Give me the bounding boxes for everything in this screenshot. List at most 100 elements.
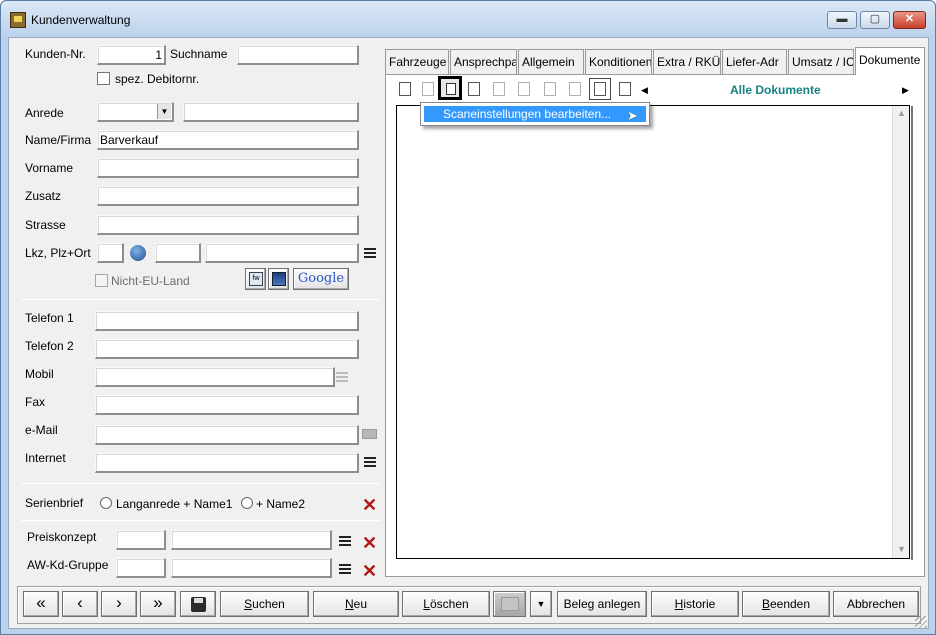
tab-konditionen[interactable]: Konditionen [585,49,652,75]
printer-icon [501,597,519,611]
view-grid-button[interactable] [513,78,535,100]
awkd-code-field[interactable] [116,558,166,578]
beenden-button[interactable]: Beenden [742,591,830,617]
suchen-button[interactable]: Suchen [220,591,309,617]
last-record-button[interactable]: » [140,591,176,617]
awkd-name-field[interactable] [171,558,332,578]
suchname-field[interactable] [237,45,359,65]
fax-field[interactable] [95,395,359,415]
tab-allgemein[interactable]: Allgemein [518,49,584,75]
first-record-button[interactable]: « [23,591,59,617]
abbrechen-button[interactable]: Abbrechen [833,591,919,617]
telefon1-field[interactable] [95,311,359,331]
phonebook-button[interactable] [268,268,289,290]
ort-field[interactable] [205,243,359,263]
historie-label: istorie [683,597,716,611]
preiskonzept-label: Preiskonzept [27,530,97,544]
preiskonzept-menu-icon[interactable] [339,536,351,546]
chevron-down-icon[interactable]: ▼ [157,104,171,119]
ort-menu-icon[interactable] [364,248,376,258]
spez-debitor-checkbox[interactable] [97,72,110,85]
scan-settings-menu-item[interactable]: Scaneinstellungen bearbeiten... [424,106,646,122]
mobil-field[interactable] [95,367,335,387]
mail-icon [362,429,377,439]
anrede-select[interactable]: ▼ [97,102,174,122]
view-single-button[interactable] [488,78,510,100]
kunden-nr-field[interactable]: 1 [97,45,166,65]
awkd-clear-icon[interactable]: ✕ [362,562,377,580]
client-area: Kunden-Nr. 1 Suchname spez. Debitornr. A… [8,37,929,629]
zoom-button[interactable] [539,78,561,100]
beenden-label: eenden [769,597,811,611]
scan-button[interactable] [417,78,439,100]
maximize-button[interactable]: ▢ [860,11,890,29]
historie-button[interactable]: Historie [651,591,739,617]
internet-menu-icon[interactable] [364,457,376,467]
close-button[interactable]: ✕ [893,11,926,29]
add-document-button[interactable] [394,78,416,100]
scroll-down-icon[interactable]: ▼ [897,544,906,554]
tab-liefer-adr[interactable]: Liefer-Adr [722,49,787,75]
telefon2-field[interactable] [95,339,359,359]
tab-scroll-left-icon[interactable]: ◀ [641,85,648,96]
preview-button[interactable] [614,78,636,100]
save-button[interactable] [180,591,216,617]
neu-label: eu [353,597,368,611]
scanner-icon [422,82,434,96]
globe-icon[interactable] [130,245,146,261]
document-filter-label[interactable]: Alle Dokumente [730,83,821,97]
strasse-field[interactable] [97,215,359,235]
zusatz-field[interactable] [97,186,359,206]
view-grid-icon [518,82,530,96]
resize-grip-icon[interactable] [915,616,927,628]
strasse-label: Strasse [25,218,66,232]
scroll-up-icon[interactable]: ▲ [897,108,906,118]
lkz-field[interactable] [97,243,124,263]
thumbnail-button[interactable] [589,78,611,100]
awkd-menu-icon[interactable] [339,564,351,574]
tab-ansprechpartner[interactable]: Ansprechpa [450,49,517,75]
document-list[interactable]: ▲ ▼ [396,105,910,559]
divider [21,299,381,300]
google-button[interactable]: Google [293,268,349,290]
serienbrief-option1-radio[interactable] [100,497,112,509]
tab-fahrzeuge[interactable]: Fahrzeuge [385,49,449,75]
serienbrief-option2-radio[interactable] [241,497,253,509]
tab-scroll-right-icon[interactable]: ▶ [902,85,909,96]
serienbrief-clear-icon[interactable]: ✕ [362,496,377,514]
fw-button[interactable]: fw [245,268,266,290]
print-button[interactable] [493,591,526,617]
title-bar[interactable]: Kundenverwaltung ▬ ▢ ✕ [1,1,935,37]
nicht-eu-checkbox[interactable] [95,274,108,287]
next-record-button[interactable]: › [101,591,137,617]
preiskonzept-name-field[interactable] [171,530,332,550]
mobil-menu-icon [336,372,348,382]
import-document-button[interactable] [463,78,485,100]
anrede-text-field[interactable] [183,102,359,122]
panel-edge [911,106,913,560]
plz-field[interactable] [155,243,201,263]
vorname-field[interactable] [97,158,359,178]
print-dropdown-button[interactable]: ▼ [530,591,552,617]
tab-extra-rku[interactable]: Extra / RKÜ [653,49,721,75]
neu-button[interactable]: Neu [313,591,399,617]
preiskonzept-code-field[interactable] [116,530,166,550]
kunden-nr-label: Kunden-Nr. [25,47,86,61]
prev-record-button[interactable]: ‹ [62,591,98,617]
tab-dokumente[interactable]: Dokumente [855,47,925,75]
serienbrief-option2-label: + Name2 [256,497,306,511]
preiskonzept-clear-icon[interactable]: ✕ [362,534,377,552]
thumbnail-icon [594,82,606,96]
minimize-button[interactable]: ▬ [827,11,857,29]
serienbrief-option1-label: Langanrede + Name1 [116,497,233,511]
scan-settings-dropdown-button[interactable] [438,76,462,100]
document-list-scrollbar[interactable]: ▲ ▼ [892,106,909,558]
tab-umsatz[interactable]: Umsatz / IC [788,49,854,75]
loeschen-button[interactable]: Löschen [402,591,490,617]
image-button[interactable] [564,78,586,100]
name-field[interactable]: Barverkauf [97,130,359,150]
mouse-cursor-icon: ➤ [627,108,638,123]
beleg-anlegen-button[interactable]: Beleg anlegen [557,591,647,617]
email-field[interactable] [95,425,359,445]
internet-field[interactable] [95,453,359,473]
